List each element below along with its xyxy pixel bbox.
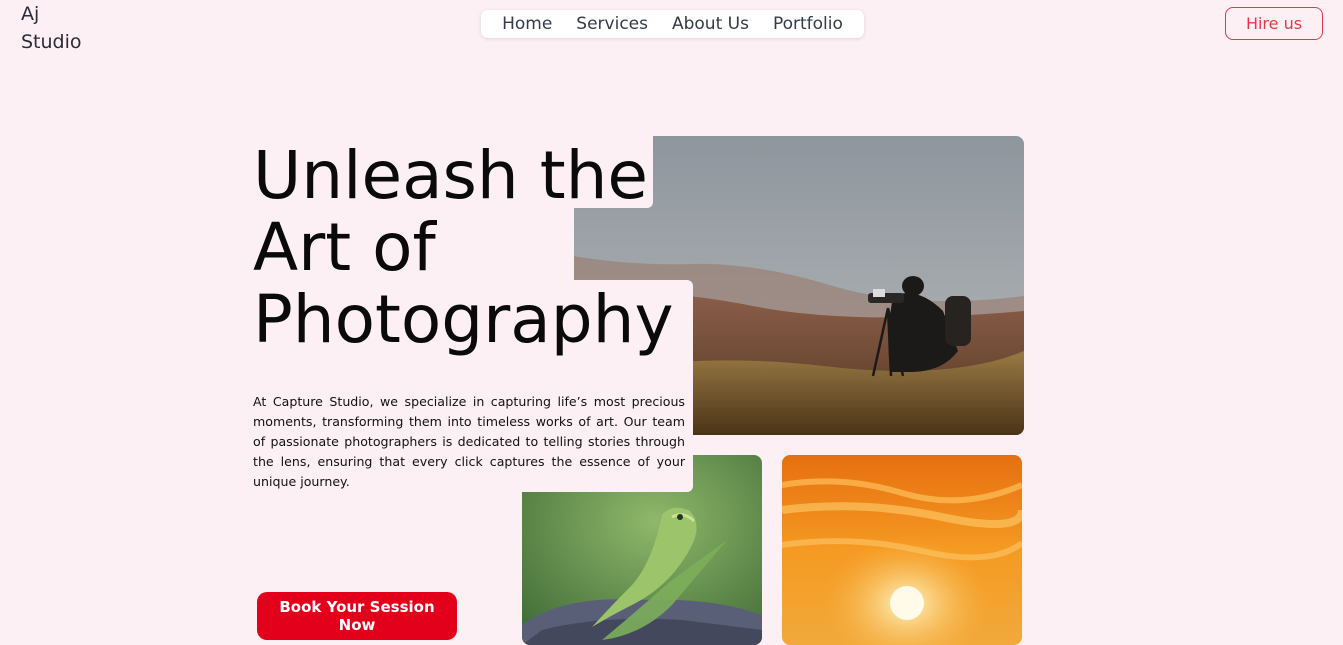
nav-about-us[interactable]: About Us <box>672 14 749 34</box>
book-session-button[interactable]: Book Your Session Now <box>257 592 457 640</box>
headline-line-1: Unleash the <box>253 137 649 214</box>
hero-headline: Unleash the Art of Photography <box>253 140 674 356</box>
nav-portfolio[interactable]: Portfolio <box>773 14 843 34</box>
hero-description: At Capture Studio, we specialize in capt… <box>253 394 685 489</box>
main-nav: Home Services About Us Portfolio <box>481 10 864 38</box>
brand-line-1: Aj <box>21 3 40 25</box>
brand-line-2: Studio <box>21 31 82 53</box>
brand-logo[interactable]: Aj Studio <box>21 0 82 56</box>
sunset-image <box>782 455 1022 645</box>
headline-line-2: Art of <box>253 209 436 286</box>
headline-line-3: Photography <box>253 281 674 358</box>
nav-services[interactable]: Services <box>576 14 648 34</box>
nav-home[interactable]: Home <box>502 14 552 34</box>
hire-us-button[interactable]: Hire us <box>1225 7 1323 40</box>
